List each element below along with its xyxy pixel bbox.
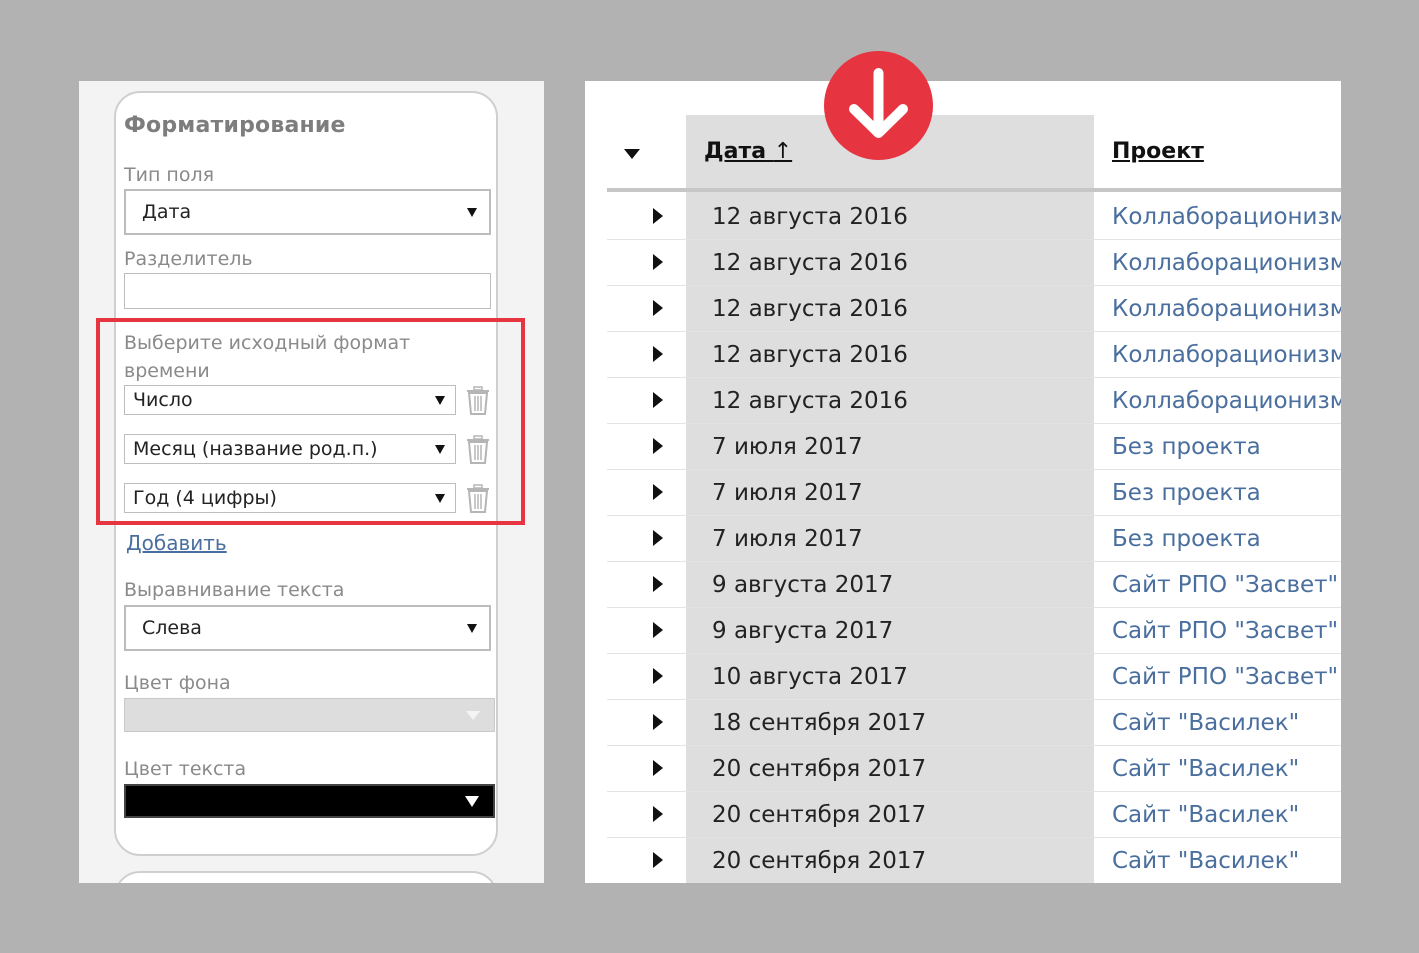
- caret-right-icon[interactable]: [653, 484, 663, 500]
- cell-project-link[interactable]: Сайт РПО "Засвет": [1112, 608, 1338, 654]
- cell-date: 10 августа 2017: [712, 664, 908, 690]
- cell-date: 12 августа 2016: [712, 250, 908, 276]
- table-row: 7 июля 2017 Без проекта: [607, 470, 1341, 516]
- caret-right-icon[interactable]: [653, 622, 663, 638]
- field-type-value: Дата: [142, 201, 192, 223]
- table-row: 12 августа 2016 Коллаборационизм: [607, 194, 1341, 240]
- table-row: 12 августа 2016 Коллаборационизм: [607, 378, 1341, 424]
- caret-right-icon[interactable]: [653, 714, 663, 730]
- cell-project-link[interactable]: Сайт РПО "Засвет": [1112, 654, 1338, 700]
- text-align-label: Выравнивание текста: [124, 579, 345, 601]
- cell-project-link[interactable]: Сайт РПО "Засвет": [1112, 562, 1338, 608]
- cell-project-link[interactable]: Без проекта: [1112, 424, 1261, 470]
- text-align-select[interactable]: Слева: [124, 605, 491, 651]
- caret-right-icon[interactable]: [653, 346, 663, 362]
- caret-down-icon[interactable]: [624, 149, 640, 159]
- cell-date: 7 июля 2017: [712, 480, 863, 506]
- table-row: 12 августа 2016 Коллаборационизм: [607, 286, 1341, 332]
- cell-project-link[interactable]: Сайт "Василек": [1112, 838, 1299, 883]
- header-divider: [607, 188, 1341, 192]
- caret-right-icon[interactable]: [653, 300, 663, 316]
- cell-date: 12 августа 2016: [712, 296, 908, 322]
- caret-right-icon[interactable]: [653, 530, 663, 546]
- table-row: 9 августа 2017 Сайт РПО "Засвет": [607, 562, 1341, 608]
- column-header-project[interactable]: Проект: [1112, 139, 1204, 164]
- sort-asc-icon: ↑: [773, 139, 793, 164]
- data-table: Дата ↑ Проект 12 августа 2016 Коллабораци…: [585, 81, 1341, 883]
- table-row: 20 сентября 2017 Сайт "Василек": [607, 746, 1341, 792]
- cell-project-link[interactable]: Сайт "Василек": [1112, 746, 1299, 792]
- cell-date: 20 сентября 2017: [712, 848, 927, 874]
- column-header-date-label: Дата: [704, 139, 767, 164]
- cell-date: 18 сентября 2017: [712, 710, 927, 736]
- cell-project-link[interactable]: Без проекта: [1112, 516, 1261, 562]
- cell-date: 12 августа 2016: [712, 388, 908, 414]
- cell-date: 12 августа 2016: [712, 342, 908, 368]
- caret-down-icon: [467, 207, 477, 217]
- caret-right-icon[interactable]: [653, 392, 663, 408]
- arrow-down-icon: [849, 68, 908, 138]
- cell-date: 20 сентября 2017: [712, 756, 927, 782]
- section-title: Форматирование: [124, 113, 346, 138]
- cell-project-link[interactable]: Коллаборационизм: [1112, 194, 1341, 240]
- cell-project-link[interactable]: Сайт "Василек": [1112, 792, 1299, 838]
- table-row: 12 августа 2016 Коллаборационизм: [607, 240, 1341, 286]
- separator-label: Разделитель: [124, 248, 253, 270]
- separator-input[interactable]: [124, 273, 491, 309]
- caret-down-icon: [466, 711, 480, 720]
- table-row: 7 июля 2017 Без проекта: [607, 516, 1341, 562]
- caret-right-icon[interactable]: [653, 852, 663, 868]
- caret-right-icon[interactable]: [653, 576, 663, 592]
- cell-date: 9 августа 2017: [712, 618, 894, 644]
- text-color-label: Цвет текста: [124, 758, 247, 780]
- table-row: 20 сентября 2017 Сайт "Василек": [607, 838, 1341, 883]
- text-color-picker[interactable]: [124, 784, 495, 818]
- cell-project-link[interactable]: Коллаборационизм: [1112, 332, 1341, 378]
- highlight-frame: [96, 318, 525, 525]
- cell-project-link[interactable]: Сайт "Василек": [1112, 700, 1299, 746]
- cell-date: 12 августа 2016: [712, 204, 908, 230]
- table-row: 12 августа 2016 Коллаборационизм: [607, 332, 1341, 378]
- field-type-select[interactable]: Дата: [124, 189, 491, 235]
- column-header-date[interactable]: Дата ↑: [704, 139, 792, 164]
- table-row: 7 июля 2017 Без проекта: [607, 424, 1341, 470]
- cell-project-link[interactable]: Коллаборационизм: [1112, 378, 1341, 424]
- table-row: 9 августа 2017 Сайт РПО "Засвет": [607, 608, 1341, 654]
- caret-right-icon[interactable]: [653, 668, 663, 684]
- table-row: 20 сентября 2017 Сайт "Василек": [607, 792, 1341, 838]
- arrow-badge: [824, 51, 933, 160]
- cell-date: 9 августа 2017: [712, 572, 894, 598]
- add-format-part-link[interactable]: Добавить: [126, 531, 227, 555]
- caret-down-icon: [465, 796, 479, 807]
- table-row: 10 августа 2017 Сайт РПО "Засвет": [607, 654, 1341, 700]
- caret-right-icon[interactable]: [653, 208, 663, 224]
- caret-right-icon[interactable]: [653, 254, 663, 270]
- cell-project-link[interactable]: Коллаборационизм: [1112, 286, 1341, 332]
- table-row: 18 сентября 2017 Сайт "Василек": [607, 700, 1341, 746]
- caret-right-icon[interactable]: [653, 806, 663, 822]
- bg-color-label: Цвет фона: [124, 672, 231, 694]
- caret-down-icon: [467, 623, 477, 633]
- cell-project-link[interactable]: Без проекта: [1112, 470, 1261, 516]
- bg-color-picker[interactable]: [124, 698, 495, 732]
- next-settings-card: [114, 871, 498, 883]
- caret-right-icon[interactable]: [653, 438, 663, 454]
- field-type-label: Тип поля: [124, 164, 215, 186]
- cell-project-link[interactable]: Коллаборационизм: [1112, 240, 1341, 286]
- cell-date: 20 сентября 2017: [712, 802, 927, 828]
- cell-date: 7 июля 2017: [712, 526, 863, 552]
- caret-right-icon[interactable]: [653, 760, 663, 776]
- text-align-value: Слева: [142, 617, 202, 639]
- cell-date: 7 июля 2017: [712, 434, 863, 460]
